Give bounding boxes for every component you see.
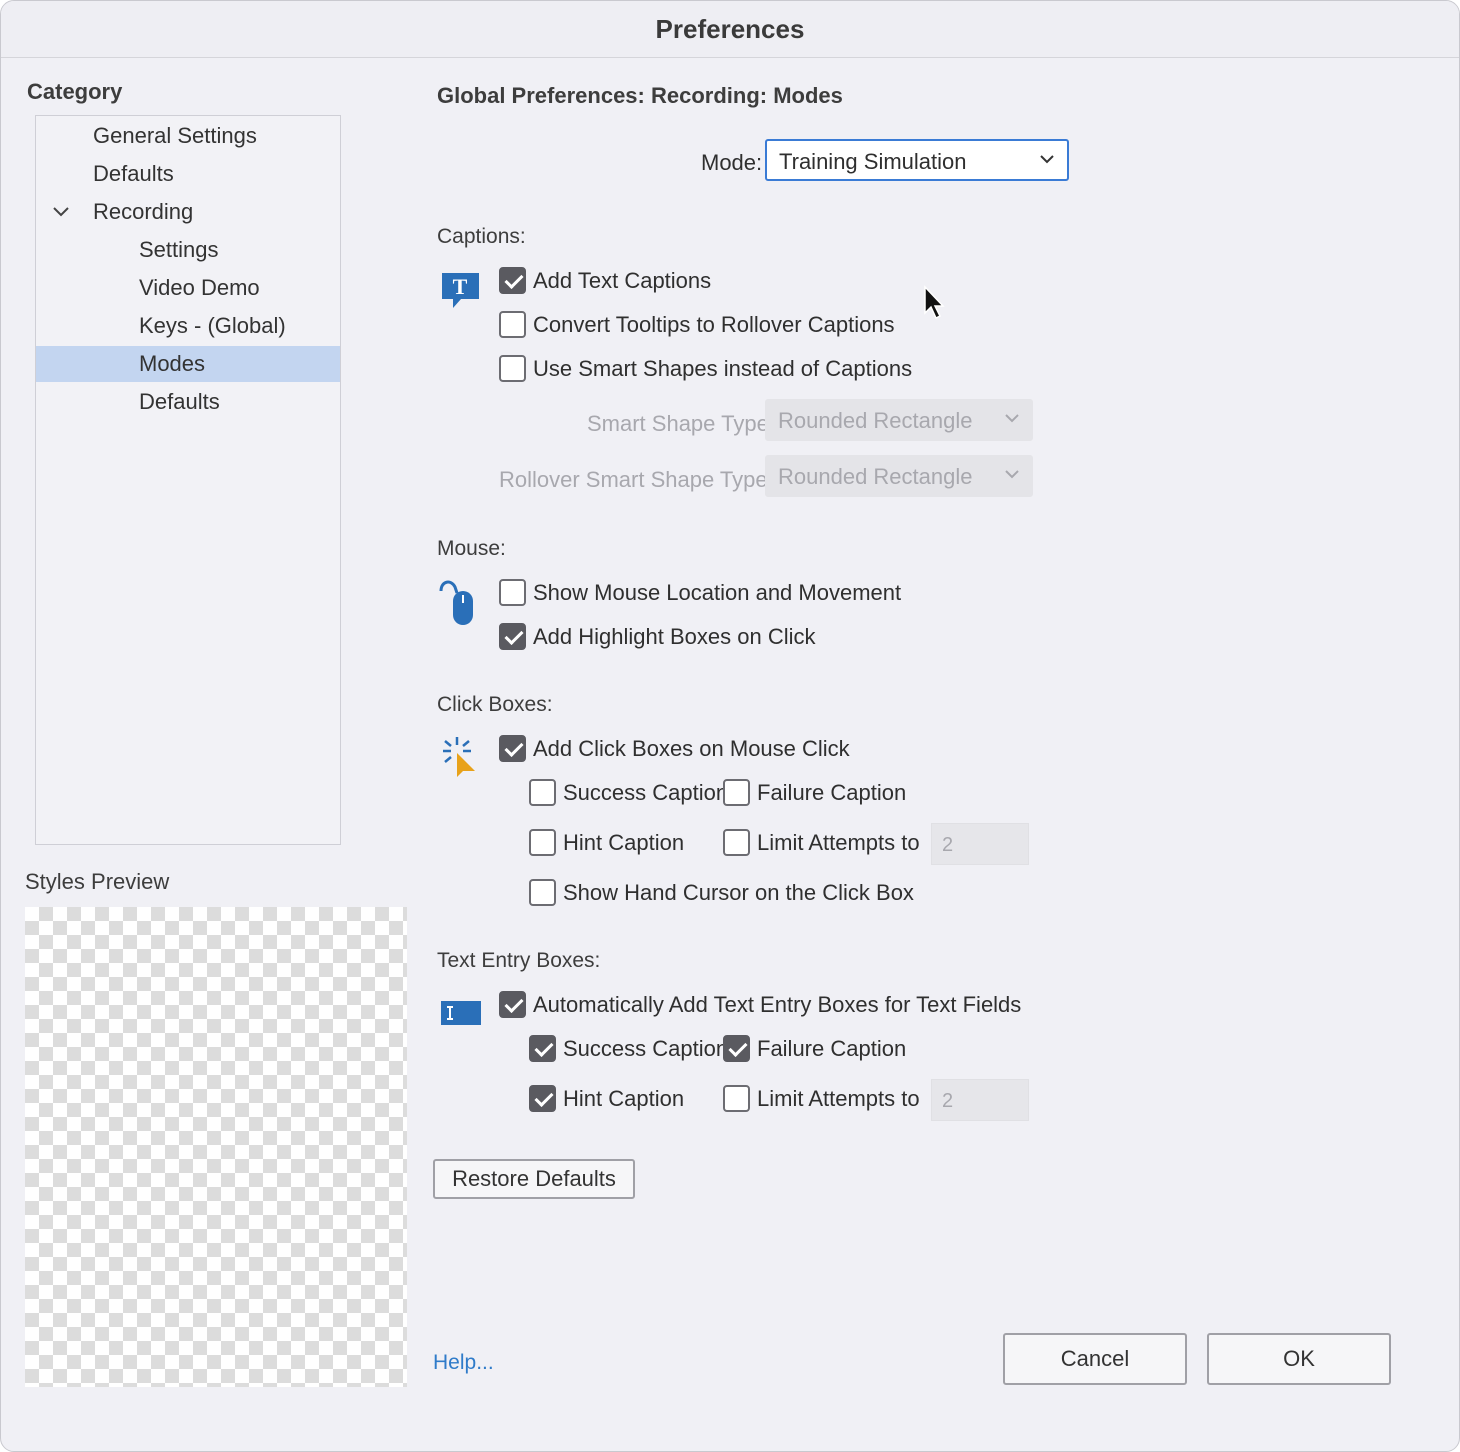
text-failure-caption-checkbox[interactable]: [723, 1035, 750, 1062]
click-limit-attempts-checkbox[interactable]: [723, 829, 750, 856]
category-label: Category: [27, 79, 123, 104]
click-limit-attempts-input[interactable]: 2: [931, 823, 1029, 865]
text-limit-attempts-label: Limit Attempts to: [757, 1086, 920, 1111]
styles-preview-canvas: [25, 907, 407, 1387]
text-hint-caption-label: Hint Caption: [563, 1086, 685, 1111]
window-title: Preferences: [655, 13, 805, 44]
text-limit-attempts-checkbox[interactable]: [723, 1085, 750, 1112]
chevron-down-icon: [1004, 406, 1020, 435]
mouse-section-label: Mouse:: [437, 537, 506, 560]
click-limit-attempts-value: 2: [942, 834, 954, 856]
ok-button[interactable]: OK: [1207, 1333, 1391, 1385]
click-failure-caption-checkbox[interactable]: [723, 779, 750, 806]
text-entry-icon: [440, 999, 482, 1032]
convert-tooltips-checkbox[interactable]: [499, 311, 526, 338]
chevron-down-icon[interactable]: [52, 202, 70, 223]
tree-item-modes[interactable]: Modes: [36, 346, 340, 382]
tree-item-label: Defaults: [93, 161, 174, 186]
title-bar: Preferences: [1, 1, 1459, 58]
rollover-shape-type-label: Rollover Smart Shape Type: [499, 467, 768, 492]
click-success-caption-label: Success Caption: [563, 780, 729, 805]
category-tree[interactable]: General Settings Defaults Recording Sett…: [35, 115, 341, 845]
click-boxes-section-label: Click Boxes:: [437, 693, 553, 716]
add-text-captions-label: Add Text Captions: [533, 268, 712, 293]
text-failure-caption-label: Failure Caption: [757, 1036, 907, 1061]
tree-item-recording[interactable]: Recording: [36, 194, 340, 230]
cancel-button[interactable]: Cancel: [1003, 1333, 1187, 1385]
mode-select[interactable]: Training Simulation: [765, 139, 1069, 181]
text-success-caption-label: Success Caption: [563, 1036, 729, 1061]
tree-item-keys-global[interactable]: Keys - (Global): [36, 308, 340, 344]
tree-item-label: Video Demo: [139, 275, 260, 300]
help-link[interactable]: Help...: [433, 1351, 494, 1375]
show-mouse-checkbox[interactable]: [499, 579, 526, 606]
add-text-captions-checkbox[interactable]: [499, 267, 526, 294]
text-success-caption-checkbox[interactable]: [529, 1035, 556, 1062]
tree-item-general-settings[interactable]: General Settings: [36, 118, 340, 154]
tree-item-defaults[interactable]: Defaults: [36, 156, 340, 192]
tree-item-settings[interactable]: Settings: [36, 232, 340, 268]
tree-item-label: Defaults: [139, 389, 220, 414]
tree-item-label: General Settings: [93, 123, 257, 148]
text-hint-caption-checkbox[interactable]: [529, 1085, 556, 1112]
click-hint-caption-checkbox[interactable]: [529, 829, 556, 856]
click-box-icon: [439, 735, 479, 784]
use-smart-shapes-label: Use Smart Shapes instead of Captions: [533, 356, 913, 381]
convert-tooltips-label: Convert Tooltips to Rollover Captions: [533, 312, 895, 337]
add-click-boxes-label: Add Click Boxes on Mouse Click: [533, 736, 850, 761]
smart-shape-type-select[interactable]: Rounded Rectangle: [765, 399, 1033, 441]
tree-item-video-demo[interactable]: Video Demo: [36, 270, 340, 306]
mode-label: Mode:: [701, 150, 763, 175]
smart-shape-type-value: Rounded Rectangle: [778, 408, 973, 433]
captions-section-label: Captions:: [437, 225, 526, 248]
hand-cursor-label: Show Hand Cursor on the Click Box: [563, 880, 914, 905]
click-success-caption-checkbox[interactable]: [529, 779, 556, 806]
use-smart-shapes-checkbox[interactable]: [499, 355, 526, 382]
tree-item-recording-defaults[interactable]: Defaults: [36, 384, 340, 420]
tree-item-label: Settings: [139, 237, 219, 262]
svg-text:T: T: [453, 274, 468, 299]
page-title: Global Preferences: Recording: Modes: [437, 83, 843, 108]
mouse-pointer-icon: [923, 285, 947, 326]
smart-shape-type-label: Smart Shape Type: [587, 411, 769, 436]
hand-cursor-checkbox[interactable]: [529, 879, 556, 906]
mode-select-value: Training Simulation: [779, 149, 967, 174]
preferences-dialog: Preferences Category General Settings De…: [0, 0, 1460, 1452]
chevron-down-icon: [1004, 462, 1020, 491]
tree-item-label: Modes: [139, 351, 206, 376]
mouse-icon: [437, 579, 477, 632]
show-mouse-label: Show Mouse Location and Movement: [533, 580, 902, 605]
text-caption-icon: T: [441, 271, 481, 316]
click-hint-caption-label: Hint Caption: [563, 830, 685, 855]
tree-item-label: Keys - (Global): [139, 313, 286, 338]
highlight-boxes-checkbox[interactable]: [499, 623, 526, 650]
highlight-boxes-label: Add Highlight Boxes on Click: [533, 624, 816, 649]
click-failure-caption-label: Failure Caption: [757, 780, 907, 805]
styles-preview-label: Styles Preview: [25, 869, 170, 894]
text-entry-section-label: Text Entry Boxes:: [437, 949, 601, 972]
auto-add-text-entry-label: Automatically Add Text Entry Boxes for T…: [533, 992, 1022, 1017]
rollover-shape-type-value: Rounded Rectangle: [778, 464, 973, 489]
add-click-boxes-checkbox[interactable]: [499, 735, 526, 762]
text-limit-attempts-value: 2: [942, 1090, 954, 1112]
click-limit-attempts-label: Limit Attempts to: [757, 830, 920, 855]
tree-item-label: Recording: [93, 199, 194, 224]
text-limit-attempts-input[interactable]: 2: [931, 1079, 1029, 1121]
auto-add-text-entry-checkbox[interactable]: [499, 991, 526, 1018]
restore-defaults-button[interactable]: Restore Defaults: [433, 1159, 635, 1199]
chevron-down-icon: [1039, 147, 1055, 176]
rollover-shape-type-select[interactable]: Rounded Rectangle: [765, 455, 1033, 497]
